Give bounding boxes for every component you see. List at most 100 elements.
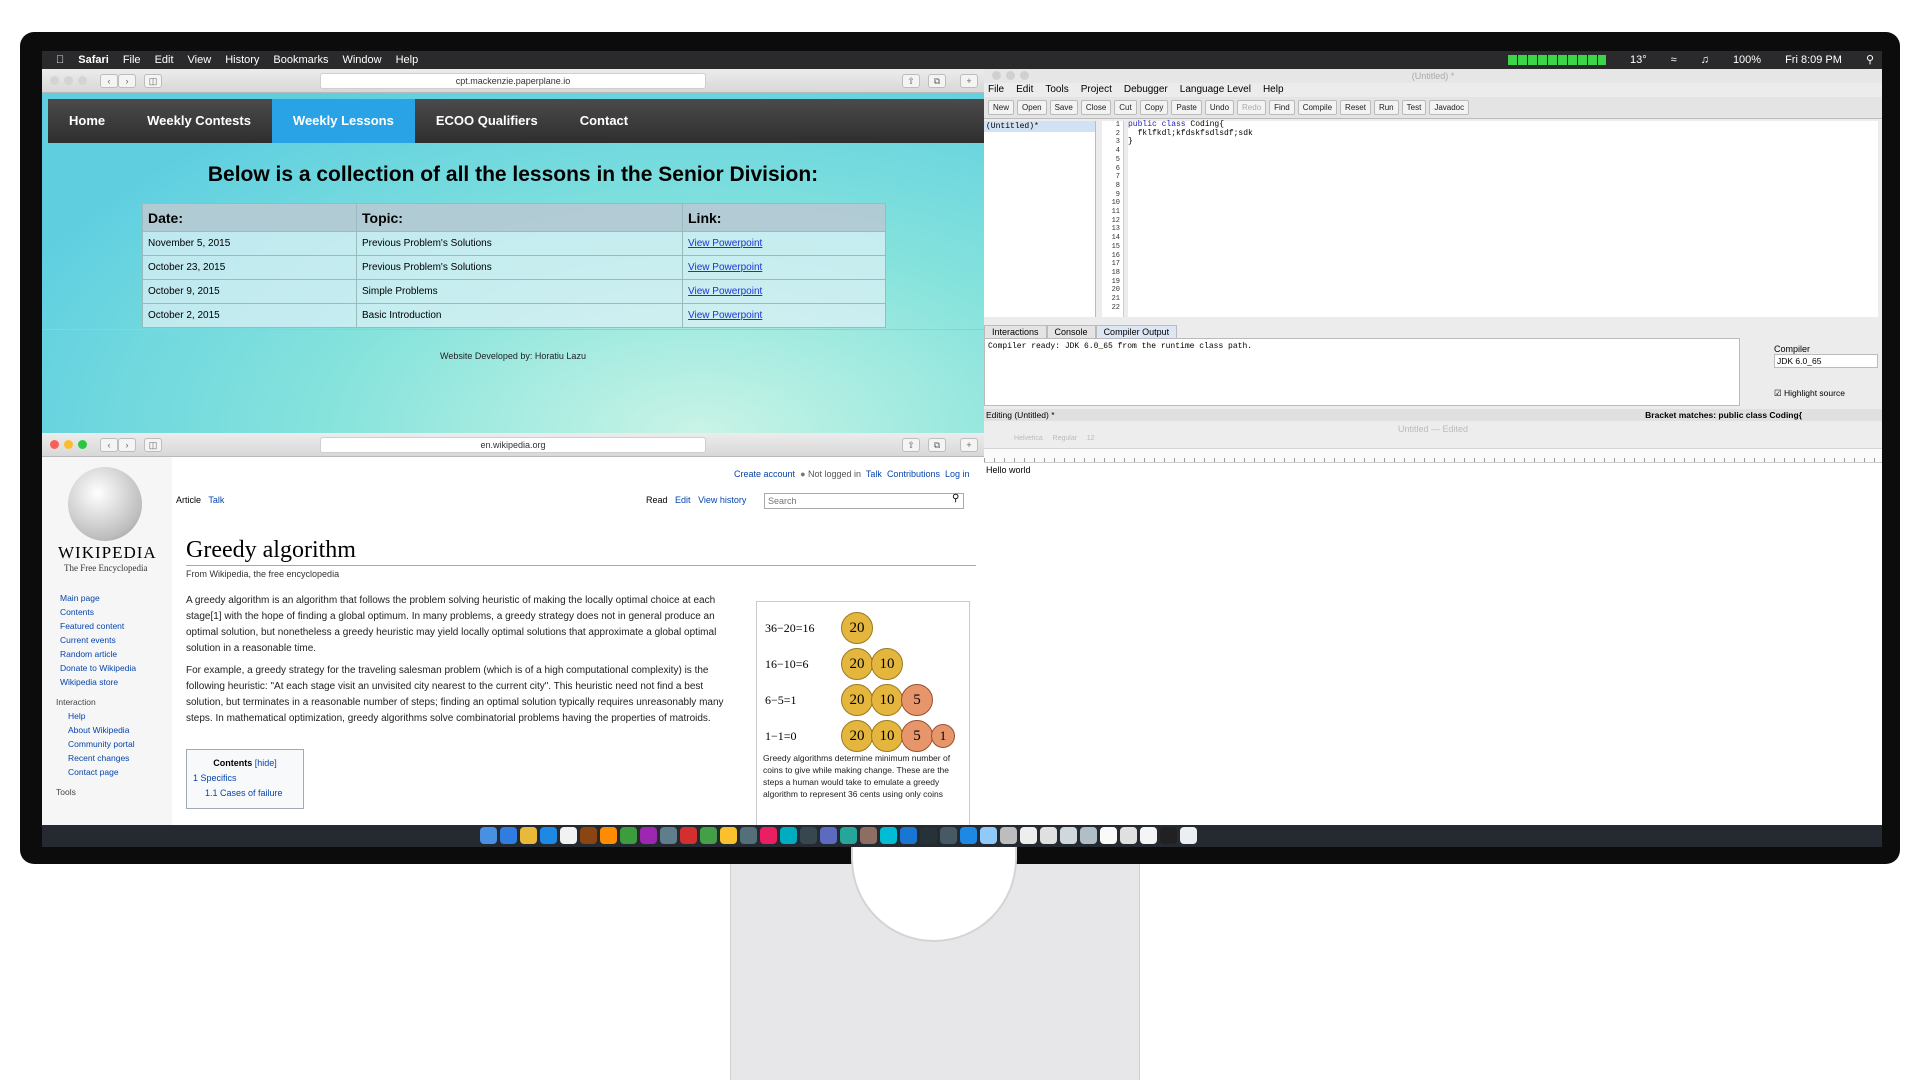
url-field[interactable]: cpt.mackenzie.paperplane.io [320,73,706,89]
spotlight-icon[interactable]: ⚲ [1866,53,1874,66]
dock-app-icon[interactable] [780,827,797,844]
powerpoint-link[interactable]: View Powerpoint [688,262,762,273]
sidebar-item-contact[interactable]: Contact page [68,765,136,779]
dock-app-icon[interactable] [660,827,677,844]
tab-compiler-output[interactable]: Compiler Output [1095,325,1178,338]
dock-app-icon[interactable] [1040,827,1057,844]
share-button[interactable]: ⇧ [902,438,920,452]
tab-console[interactable]: Console [1046,325,1096,338]
dock-app-icon[interactable] [1140,827,1157,844]
find-button[interactable]: Find [1269,100,1295,115]
sidebar-item-store[interactable]: Wikipedia store [60,675,136,689]
menu-bookmarks[interactable]: Bookmarks [273,54,328,66]
menu-language-level[interactable]: Language Level [1180,83,1251,97]
dock-app-icon[interactable] [500,827,517,844]
menu-app[interactable]: Safari [78,54,109,66]
menu-help[interactable]: Help [1263,83,1284,97]
tab-article[interactable]: Article [176,495,201,505]
document-text[interactable]: Hello world [984,463,1882,477]
volume-icon[interactable]: ♫ [1701,54,1709,66]
menu-edit[interactable]: Edit [1016,83,1033,97]
menu-file[interactable]: File [988,83,1004,97]
copy-button[interactable]: Copy [1139,100,1169,115]
font-family-select[interactable]: Helvetica [1014,435,1043,442]
tab-read[interactable]: Read [646,495,668,505]
battery-percent[interactable]: 100% [1733,54,1761,66]
close-button[interactable] [992,71,1001,80]
zoom-button[interactable] [78,76,87,85]
dock-app-icon[interactable] [1120,827,1137,844]
status-meter-icon[interactable] [1508,54,1606,65]
minimize-button[interactable] [64,440,73,449]
sidebar-item-community[interactable]: Community portal [68,737,136,751]
compile-button[interactable]: Compile [1297,100,1338,115]
menu-view[interactable]: View [188,54,212,66]
powerpoint-link[interactable]: View Powerpoint [688,238,762,249]
dock-app-icon[interactable] [940,827,957,844]
dock-app-icon[interactable] [1100,827,1117,844]
sidebar-item-contents[interactable]: Contents [60,605,136,619]
nav-home[interactable]: Home [48,99,126,143]
create-account-link[interactable]: Create account [734,469,795,479]
toc-hide-link[interactable]: [hide] [255,758,277,768]
dock-app-icon[interactable] [700,827,717,844]
dock-app-icon[interactable] [1160,827,1177,844]
test-button[interactable]: Test [1401,100,1427,115]
talk-link[interactable]: Talk [866,469,882,479]
redo-button[interactable]: Redo [1237,100,1267,115]
tab-talk[interactable]: Talk [208,495,224,505]
zoom-button[interactable] [78,440,87,449]
contributions-link[interactable]: Contributions [887,469,940,479]
sidebar-button[interactable]: ◫ [144,74,162,88]
dock-app-icon[interactable] [740,827,757,844]
compiler-select[interactable]: JDK 6.0_65 [1774,354,1878,368]
dock-app-icon[interactable] [480,827,497,844]
menu-debugger[interactable]: Debugger [1124,83,1168,97]
weather-temperature[interactable]: 13° [1630,54,1647,66]
apple-icon[interactable]:  [56,54,64,66]
clock[interactable]: Fri 8:09 PM [1785,54,1842,66]
dock-app-icon[interactable] [860,827,877,844]
close-button[interactable] [50,76,59,85]
dock-app-icon[interactable] [620,827,637,844]
sidebar-button[interactable]: ◫ [144,438,162,452]
dock-app-icon[interactable] [960,827,977,844]
dock-app-icon[interactable] [980,827,997,844]
dock-app-icon[interactable] [760,827,777,844]
back-button[interactable]: ‹ [100,438,118,452]
sidebar-item-about[interactable]: About Wikipedia [68,723,136,737]
menu-tools[interactable]: Tools [1045,83,1068,97]
dock-app-icon[interactable] [880,827,897,844]
dock-app-icon[interactable] [560,827,577,844]
dock-app-icon[interactable] [820,827,837,844]
new-button[interactable]: New [988,100,1015,115]
menu-edit[interactable]: Edit [155,54,174,66]
menu-help[interactable]: Help [396,54,419,66]
share-button[interactable]: ⇧ [902,74,920,88]
tabs-button[interactable]: ⧉ [928,438,946,452]
nav-ecoo-qualifiers[interactable]: ECOO Qualifiers [415,99,559,143]
sidebar-item-recent-changes[interactable]: Recent changes [68,751,136,765]
sidebar-item-current-events[interactable]: Current events [60,633,136,647]
reset-button[interactable]: Reset [1340,100,1371,115]
dock-app-icon[interactable] [680,827,697,844]
sidebar-item-help[interactable]: Help [68,709,136,723]
tab-view-history[interactable]: View history [698,495,746,505]
code-editor[interactable]: public class Coding{ fklfkdl;kfdskfsdlsd… [1128,120,1878,317]
url-field[interactable]: en.wikipedia.org [320,437,706,453]
dock-app-icon[interactable] [580,827,597,844]
dock-app-icon[interactable] [800,827,817,844]
forward-button[interactable]: › [118,74,136,88]
sidebar-item-random[interactable]: Random article [60,647,136,661]
undo-button[interactable]: Undo [1204,100,1235,115]
dock-app-icon[interactable] [1060,827,1077,844]
forward-button[interactable]: › [118,438,136,452]
checkbox-checked-icon[interactable]: ☑ [1774,388,1782,398]
tab-edit[interactable]: Edit [675,495,691,505]
wifi-icon[interactable]: ≈ [1671,54,1677,66]
dock-app-icon[interactable] [1080,827,1097,844]
search-icon[interactable]: ⚲ [952,493,959,504]
toc-item[interactable]: 1 Specifics [193,773,237,783]
sidebar-item-donate[interactable]: Donate to Wikipedia [60,661,136,675]
search-input[interactable] [764,493,964,509]
